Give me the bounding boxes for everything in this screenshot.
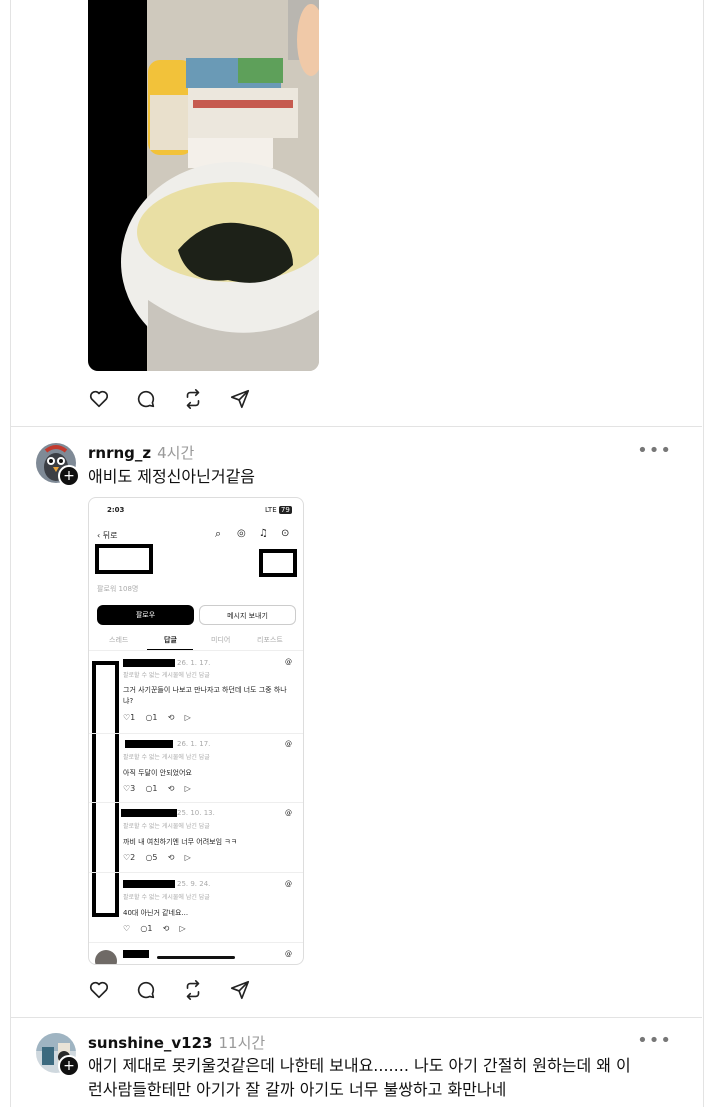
threads-icon: @ (285, 658, 292, 666)
threads-icon: @ (285, 950, 292, 958)
post-text: 애기 제대로 못키울것같은데 나한테 보내요....... 나도 아기 간절히 … (88, 1054, 631, 1102)
comment-button[interactable] (135, 977, 182, 1003)
tab-threads: 스레드 (109, 636, 129, 644)
username[interactable]: sunshine_v123 11시간 (88, 1032, 265, 1053)
post2-actions (88, 977, 276, 1003)
tab-media: 미디어 (211, 636, 231, 644)
redaction-bar (123, 880, 175, 888)
status-signal: LTE 79 (265, 506, 292, 514)
post-text-line: 애기 제대로 못키울것같은데 나한테 보내요....... 나도 아기 간절히 … (88, 1056, 631, 1075)
repost-button[interactable] (182, 386, 229, 412)
repost-icon (186, 389, 200, 409)
followers-count: 팔로워 108명 (97, 585, 139, 593)
reply-text: 까비 내 여친하기엔 너무 어려보임 ㅋㅋ (123, 838, 238, 846)
reply-date: 25. 9. 24. (177, 880, 211, 888)
follow-plus-icon[interactable]: + (58, 1055, 80, 1077)
follow-button: 팔로우 (97, 605, 194, 625)
search-icon: ⌕ (215, 527, 222, 540)
reply-avatar (95, 950, 117, 964)
post-time: 4시간 (157, 444, 195, 462)
share-button[interactable] (229, 386, 276, 412)
food-photo-image (88, 0, 319, 371)
avatar[interactable]: + (36, 1033, 80, 1077)
reply-sub: 팔로할 수 없는 게시물에 남긴 답글 (123, 823, 210, 830)
reply-sub: 팔로할 수 없는 게시물에 남긴 답글 (123, 894, 210, 901)
share-button[interactable] (229, 977, 276, 1003)
reply-actions: ♡1 ○1 ⟲ ▷ (123, 713, 191, 722)
share-icon (230, 980, 250, 1000)
avatar[interactable]: + (36, 443, 80, 487)
heart-icon (89, 981, 109, 999)
redaction-bar (123, 950, 149, 958)
redaction-box (259, 549, 297, 577)
reply-actions: ♡3 ○1 ⟲ ▷ (123, 784, 191, 793)
reply-text: 아직 두달이 안되었어요 (123, 769, 192, 777)
repost-button[interactable] (182, 977, 229, 1003)
redaction-box (95, 544, 153, 574)
post-divider (10, 1017, 702, 1018)
reply-sub: 팔로할 수 없는 게시물에 남긴 답글 (123, 754, 210, 761)
status-clock: 2:03 (107, 506, 125, 514)
comment-icon (137, 390, 155, 408)
redaction-bar (125, 740, 173, 748)
back-link: ‹ 뒤로 (97, 531, 118, 540)
more-icon[interactable]: ••• (637, 440, 672, 461)
reply-actions: ♡2 ○5 ⟲ ▷ (123, 853, 191, 862)
redaction-bar (123, 659, 175, 667)
follow-plus-icon[interactable]: + (58, 465, 80, 487)
reply-sub: 팔로할 수 없는 게시물에 남긴 답글 (123, 672, 210, 679)
like-button[interactable] (88, 977, 135, 1003)
post-text: 애비도 제정신아닌거같음 (88, 467, 256, 486)
threads-icon: @ (285, 809, 292, 817)
more-circle-icon: ⊙ (281, 528, 290, 539)
home-indicator (157, 956, 235, 959)
reply-text: 그거 사기꾼들이 나보고 만나자고 하던데 너도 그중 하나냐? (123, 686, 287, 705)
reply-actions: ♡ ○1 ⟲ ▷ (123, 924, 186, 933)
username[interactable]: rnrng_z 4시간 (88, 442, 194, 463)
comment-icon (137, 981, 155, 999)
tab-reposts: 리포스트 (257, 636, 283, 644)
threads-icon: @ (285, 880, 292, 888)
tab-divider (89, 650, 303, 651)
reply-divider (89, 872, 303, 873)
post-time: 11시간 (218, 1034, 266, 1052)
reply-text: 40대 아닌거 같네요... (123, 909, 189, 917)
post-screenshot[interactable]: 2:03 LTE 79 ‹ 뒤로 ⌕ ◎ ♫ ⊙ 팔로워 108명 팔로우 메시… (88, 497, 304, 965)
redaction-box (92, 661, 119, 917)
share-icon (230, 389, 250, 409)
reply-date: 25. 10. 13. (177, 809, 215, 817)
bell-icon: ♫ (259, 528, 268, 539)
post1-actions (88, 386, 276, 412)
repost-icon (186, 980, 200, 1000)
comment-button[interactable] (135, 386, 182, 412)
reply-divider (89, 733, 303, 734)
post-text-line: 런사람들한테만 아기가 잘 갈까 아기도 너무 불쌍하고 화만나네 (88, 1080, 507, 1099)
heart-icon (89, 390, 109, 408)
tab-replies: 답글 (164, 636, 177, 644)
redaction-bar (121, 809, 177, 817)
message-button: 메시지 보내기 (199, 605, 296, 625)
like-button[interactable] (88, 386, 135, 412)
post-photo[interactable] (88, 0, 319, 371)
reply-date: 26. 1. 17. (177, 659, 211, 667)
reply-divider (89, 942, 303, 943)
instagram-icon: ◎ (237, 528, 246, 539)
reply-divider (89, 802, 303, 803)
post-divider (10, 426, 702, 427)
threads-icon: @ (285, 740, 292, 748)
reply-date: 26. 1. 17. (177, 740, 211, 748)
more-icon[interactable]: ••• (637, 1030, 672, 1051)
